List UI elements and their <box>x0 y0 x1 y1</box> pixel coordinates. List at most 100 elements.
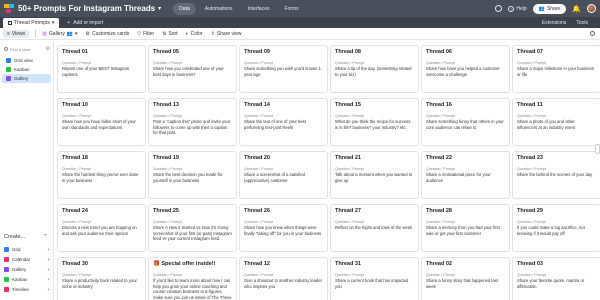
gallery-card[interactable]: Thread 26 Question / Prompt Share how you … <box>239 204 328 252</box>
gallery-card[interactable]: Thread 30 Question / Prompt Share a produc… <box>57 257 146 300</box>
create-calendar[interactable]: Calendar + <box>4 257 50 262</box>
table-bar-right: Extensions Tools <box>542 20 588 26</box>
card-title: Thread 25 <box>153 208 179 214</box>
card-title: Thread 10 <box>62 102 88 108</box>
chevron-down-icon[interactable]: ▾ <box>158 5 161 12</box>
scrollbar-handle[interactable] <box>595 144 600 154</box>
gallery-card[interactable]: Thread 01 Question / Prompt Repost one of … <box>57 45 146 93</box>
sidebar-view-label: Grid view <box>14 58 33 63</box>
app-logo-icon[interactable] <box>4 3 14 14</box>
sidebar-view-kanban[interactable]: Kanban <box>2 65 51 74</box>
create-kanban[interactable]: Kanban + <box>4 277 50 282</box>
card-title: 🎁 Special offer inside!! <box>153 261 216 267</box>
create-gallery[interactable]: Gallery + <box>4 267 50 272</box>
customize-cards-button[interactable]: ⚙ Customize cards <box>86 31 130 37</box>
plus-icon: + <box>67 19 71 26</box>
card-title: Thread 13 <box>153 102 179 108</box>
card-field-label: Question / Prompt <box>335 114 364 118</box>
gallery-card[interactable]: Thread 07 Question / Prompt Share a major … <box>512 45 600 93</box>
gallery-card[interactable]: 🎁 Special offer inside!! Question / Promp… <box>148 257 237 300</box>
top-nav-tabs: Data Automations Interfaces Forms <box>173 2 305 15</box>
create-section-header[interactable]: Create... ⌃ <box>4 234 52 240</box>
gallery-card[interactable]: Thread 22 Question / Prompt Share a motiva… <box>421 151 510 199</box>
find-view-placeholder: Find a view <box>10 46 31 52</box>
gallery-card[interactable]: Thread 29 Question / Prompt If you could m… <box>512 204 600 252</box>
find-view-input[interactable]: Find a view ⚙ <box>4 46 50 52</box>
views-button[interactable]: ≡ Views <box>3 29 30 38</box>
card-field-label: Question / Prompt <box>517 61 546 65</box>
table-tab-thread-prompts[interactable]: Thread Prompts ▾ <box>3 18 60 28</box>
plus-icon: + <box>47 257 50 262</box>
gallery-card[interactable]: Thread 05 Question / Prompt Share how you … <box>148 45 237 93</box>
gallery-card[interactable]: Thread 16 Question / Prompt Share somethin… <box>421 98 510 146</box>
people-icon: 👥 <box>538 5 545 12</box>
top-bar: 50+ Prompts For Instagram Threads ▾ Data… <box>0 0 600 17</box>
gallery-card[interactable]: Thread 03 Question / Prompt Share your fav… <box>512 257 600 300</box>
card-prompt-text: Share a tip of the day. (something relat… <box>335 66 412 77</box>
gallery-card[interactable]: Thread 09 Question / Prompt Share somethin… <box>239 45 328 93</box>
views-label: Views <box>11 30 26 37</box>
card-prompt-text: Share a screenshot of a satisfied (appre… <box>244 172 305 183</box>
sidebar-view-gallery[interactable]: Gallery <box>2 74 51 83</box>
help-button[interactable]: ? Help <box>508 5 527 12</box>
card-prompt-text: Share how you have fallen short of your … <box>62 119 136 130</box>
history-icon[interactable] <box>495 5 503 12</box>
gallery-card[interactable]: Thread 12 Question / Prompt Give a shoutou… <box>239 257 328 300</box>
gallery-card[interactable]: Thread 11 Question / Prompt Share a photo … <box>512 98 600 146</box>
tab-interfaces[interactable]: Interfaces <box>242 3 276 15</box>
card-prompt-text: Share how you celebrated one of your bes… <box>153 66 224 77</box>
gallery-card[interactable]: Thread 19 Question / Prompt Share the best… <box>148 151 237 199</box>
card-prompt-text: Share the behind the scenes of your day <box>517 172 593 177</box>
filter-button[interactable]: ▽ Filter <box>137 31 154 37</box>
divider <box>35 30 37 37</box>
share-button[interactable]: 👥 Share <box>532 3 567 14</box>
gallery-card[interactable]: Thread 23 Question / Prompt Share the behi… <box>512 151 600 199</box>
card-field-label: Question / Prompt <box>153 167 182 171</box>
top-right-actions: ? Help 👥 Share 🔔 <box>495 3 596 14</box>
table-tab-label: Thread Prompts <box>14 20 50 26</box>
gallery-card[interactable]: Thread 15 Question / Prompt What do you th… <box>330 98 419 146</box>
create-grid[interactable]: Grid + <box>4 247 50 252</box>
chevron-down-icon: ▾ <box>74 30 78 37</box>
bell-icon[interactable]: 🔔 <box>572 5 581 13</box>
share-view-button[interactable]: ⇪ Share view <box>211 31 242 37</box>
view-switcher[interactable]: ▦ Gallery 👥 ▾ <box>42 31 77 37</box>
gallery-card[interactable]: Thread 27 Question / Prompt Reflect on the… <box>330 204 419 252</box>
gallery-card[interactable]: Thread 13 Question / Prompt Post a "captio… <box>148 98 237 146</box>
tab-automations[interactable]: Automations <box>199 3 239 15</box>
gallery-card[interactable]: Thread 20 Question / Prompt Share a screen… <box>239 151 328 199</box>
gallery-card[interactable]: Thread 02 Question / Prompt Share a funny … <box>421 257 510 300</box>
gallery-card[interactable]: Thread 24 Question / Prompt Discuss a new … <box>57 204 146 252</box>
card-field-label: Question / Prompt <box>517 273 546 277</box>
sort-button[interactable]: ⇅ Sort <box>162 31 177 37</box>
card-prompt-text: Share a motivational piece for your audi… <box>426 172 491 183</box>
gallery-card[interactable]: Thread 10 Question / Prompt Share how you … <box>57 98 146 146</box>
filter-label: Filter <box>143 30 155 37</box>
search-icon[interactable] <box>590 31 595 36</box>
card-title: Thread 11 <box>517 102 543 108</box>
card-title: Thread 23 <box>517 155 543 161</box>
gallery-card[interactable]: Thread 21 Question / Prompt Talk about a m… <box>330 151 419 199</box>
tools-button[interactable]: Tools <box>576 20 588 26</box>
gallery-card[interactable]: Thread 08 Question / Prompt Share a tip of… <box>330 45 419 93</box>
gallery-card[interactable]: Thread 31 Question / Prompt Share a curren… <box>330 257 419 300</box>
gallery-card[interactable]: Thread 25 Question / Prompt Share A How it… <box>148 204 237 252</box>
tab-data[interactable]: Data <box>173 2 196 15</box>
gear-icon[interactable]: ⚙ <box>46 46 50 52</box>
extensions-button[interactable]: Extensions <box>542 20 566 26</box>
base-title[interactable]: 50+ Prompts For Instagram Threads <box>18 4 155 13</box>
chevron-down-icon: ▾ <box>51 20 55 26</box>
tab-forms[interactable]: Forms <box>279 3 305 15</box>
create-timeline[interactable]: Timeline + <box>4 287 50 292</box>
help-icon: ? <box>508 5 515 12</box>
add-import-button[interactable]: + Add or import <box>67 20 103 26</box>
sidebar-view-grid[interactable]: Grid view <box>2 56 51 65</box>
card-field-label: Question / Prompt <box>244 167 273 171</box>
gallery-card[interactable]: Thread 28 Question / Prompt Share a memory… <box>421 204 510 252</box>
gallery-card[interactable]: Thread 06 Question / Prompt Share how have… <box>421 45 510 93</box>
views-sidebar: Find a view ⚙ Grid view Kanban Gallery C… <box>0 40 54 300</box>
gallery-card[interactable]: Thread 14 Question / Prompt Share the text… <box>239 98 328 146</box>
color-button[interactable]: ◐ Color <box>186 31 203 37</box>
avatar[interactable] <box>587 4 596 13</box>
gallery-card[interactable]: Thread 18 Question / Prompt Share the hard… <box>57 151 146 199</box>
